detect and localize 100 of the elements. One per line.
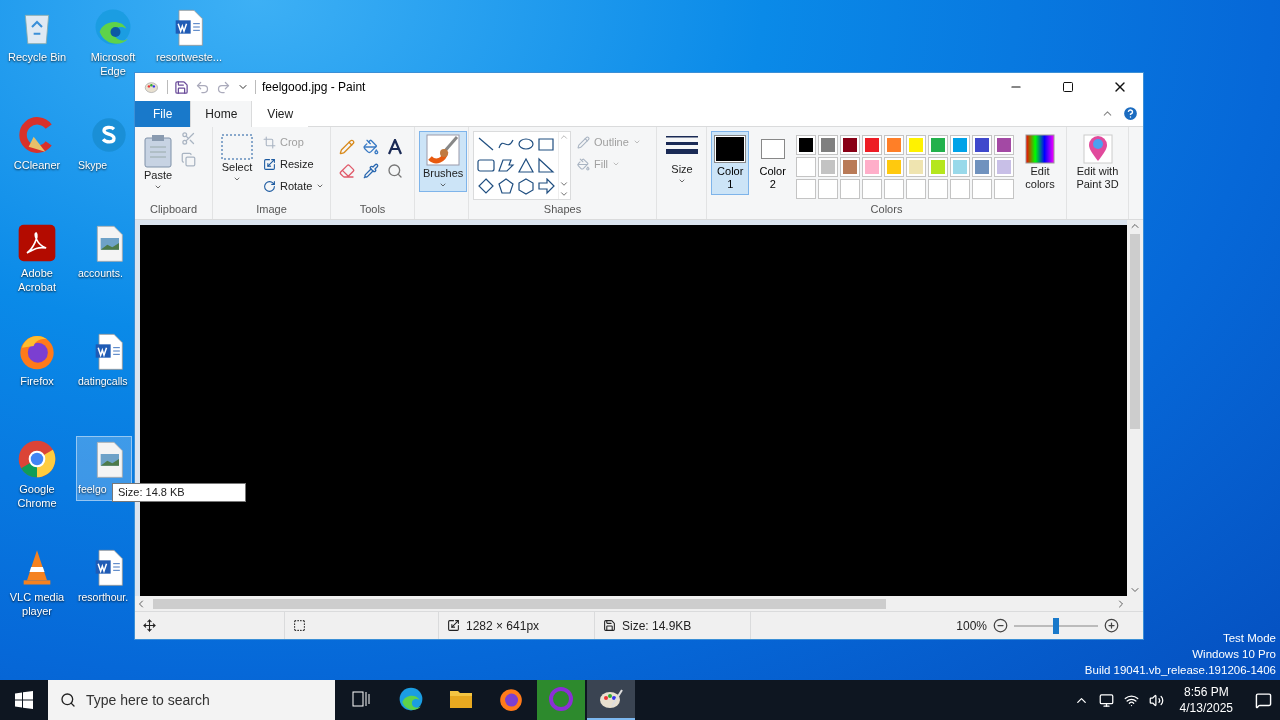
shortcut-label: resorthour.	[77, 590, 129, 604]
group-label: Colors	[869, 202, 904, 217]
rounded-rectangle-shape-icon	[477, 157, 495, 174]
color-swatch[interactable]	[971, 135, 992, 155]
color-swatch[interactable]	[795, 157, 816, 177]
diamond-shape-icon	[477, 178, 495, 195]
image-size-icon	[447, 619, 460, 632]
paste-button[interactable]: Paste	[139, 131, 177, 194]
color-swatch[interactable]	[795, 135, 816, 155]
desktop-shortcut[interactable]: Skype	[76, 112, 132, 177]
slider-thumb[interactable]	[1053, 617, 1059, 634]
paint-3d-button[interactable]: Edit with Paint 3D	[1071, 131, 1124, 194]
color-swatch[interactable]	[993, 135, 1014, 155]
eraser-icon	[339, 163, 355, 179]
color-selector[interactable]: Color 2	[753, 131, 792, 195]
pencil-icon	[577, 135, 590, 149]
paint-bucket-icon	[577, 157, 590, 171]
desktop-shortcut[interactable]: CCleaner	[2, 112, 72, 177]
shortcut-label: datingcalls	[77, 374, 128, 388]
redo-button[interactable]	[216, 79, 231, 95]
taskbar-app-button[interactable]	[587, 680, 635, 720]
color-swatch[interactable]	[861, 135, 882, 155]
desktop-shortcut[interactable]: resorthour.	[76, 544, 132, 609]
group-label: Shapes	[542, 202, 583, 217]
ribbon-tab[interactable]: Home	[190, 101, 253, 127]
shape-option[interactable]	[516, 176, 536, 197]
volume-button[interactable]	[1148, 692, 1164, 708]
edge-logo-icon	[93, 7, 133, 47]
group-label: Tools	[358, 202, 387, 217]
pipette-icon	[363, 163, 379, 179]
acrobat-icon	[17, 223, 57, 263]
resize-icon	[263, 157, 276, 171]
paint-bucket-icon	[363, 139, 379, 155]
brush-icon	[426, 134, 461, 166]
desktop-shortcut[interactable]: Google Chrome	[2, 436, 72, 515]
edit-colors-button[interactable]: Edit colors	[1017, 131, 1062, 194]
undo-button[interactable]	[195, 79, 210, 95]
horizontal-scrollbar[interactable]	[135, 596, 1143, 611]
color-swatch[interactable]	[817, 135, 838, 155]
color-swatch[interactable]	[883, 135, 904, 155]
desktop-shortcut[interactable]: VLC media player	[2, 544, 72, 623]
pentagon-shape-icon	[497, 178, 515, 195]
vertical-scrollbar[interactable]	[1127, 220, 1143, 596]
notifications-button[interactable]	[1255, 691, 1272, 709]
zoom-in-icon	[1104, 618, 1119, 633]
ring-icon	[548, 686, 574, 712]
shape-option[interactable]	[496, 176, 516, 197]
system-notice: Windows 10 Pro	[1192, 647, 1276, 662]
color-swatch[interactable]	[817, 157, 838, 177]
brushes-button[interactable]: Brushes	[419, 131, 468, 192]
shape-option[interactable]	[536, 155, 556, 176]
file-size: Size: 14.9KB	[622, 618, 692, 633]
save-button[interactable]	[174, 79, 189, 95]
color-swatch[interactable]	[949, 157, 970, 177]
shortcut-label: Firefox	[20, 374, 54, 388]
zoom-in-button[interactable]	[1104, 618, 1119, 633]
size-button[interactable]: Size	[661, 131, 703, 188]
shortcut-label: CCleaner	[13, 158, 61, 172]
taskbar-search-field[interactable]: Type here to search	[48, 680, 335, 720]
desktop-shortcut[interactable]: resortweste...	[154, 4, 224, 69]
network-button[interactable]	[1123, 692, 1139, 708]
desktop-shortcut[interactable]: Firefox	[2, 328, 72, 393]
rotate-button[interactable]: Rotate	[261, 175, 327, 197]
file-menu-tab[interactable]: File	[135, 101, 191, 127]
help-button[interactable]	[1122, 105, 1139, 122]
caret-icon	[233, 175, 241, 183]
rectangle-shape-icon	[537, 136, 555, 153]
desktop-shortcut[interactable]: Recycle Bin	[2, 4, 72, 69]
volume-icon	[1148, 692, 1164, 708]
desktop-shortcut[interactable]: Adobe Acrobat	[2, 220, 72, 299]
color-selector[interactable]: Color 1	[711, 131, 750, 195]
color-swatch[interactable]	[905, 157, 926, 177]
polygon-shape-icon	[497, 157, 515, 174]
tray-icon-button[interactable]	[1098, 692, 1114, 708]
firefox-icon	[498, 686, 524, 712]
desktop-shortcut[interactable]: accounts.	[76, 220, 132, 285]
clipboard-icon	[143, 134, 173, 168]
color-swatch[interactable]	[839, 157, 860, 177]
color-swatch[interactable]	[993, 157, 1014, 177]
color-swatch[interactable]	[861, 157, 882, 177]
selection-size-icon	[293, 619, 306, 632]
clock[interactable]: 8:56 PM 4/13/2025	[1173, 684, 1239, 716]
network-icon	[1123, 692, 1139, 708]
color-swatch[interactable]	[927, 135, 948, 155]
search-icon	[60, 692, 76, 708]
desktop-shortcut[interactable]: Microsoft Edge	[78, 4, 148, 83]
color-swatch[interactable]	[839, 135, 860, 155]
shapes-gallery[interactable]	[473, 131, 571, 200]
desktop-shortcut[interactable]: datingcalls	[76, 328, 132, 393]
color-swatch[interactable]	[883, 157, 904, 177]
color-swatch[interactable]	[971, 157, 992, 177]
shortcut-label: Skype	[77, 158, 108, 172]
color-swatch[interactable]	[905, 135, 926, 155]
resize-button[interactable]: Resize	[261, 153, 327, 175]
shape-option[interactable]	[536, 176, 556, 197]
color-swatch[interactable]	[927, 157, 948, 177]
select-button[interactable]: Select	[217, 131, 257, 186]
shortcut-label: accounts.	[77, 266, 123, 280]
color-swatch[interactable]	[949, 135, 970, 155]
zoom-out-button[interactable]	[993, 618, 1008, 633]
